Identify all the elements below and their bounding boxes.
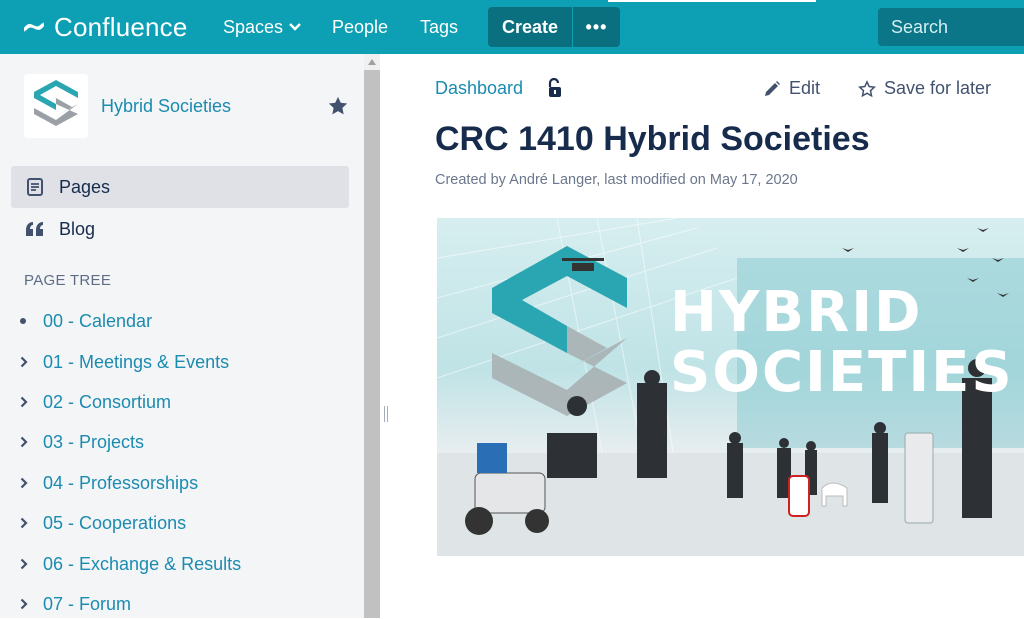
chevron-right-icon[interactable] bbox=[20, 436, 43, 448]
tree-item-label: 06 - Exchange & Results bbox=[43, 553, 242, 574]
chevron-right-icon[interactable] bbox=[20, 477, 43, 489]
tree-item-label: 00 - Calendar bbox=[43, 310, 153, 331]
bullet-icon bbox=[20, 318, 43, 324]
tree-item[interactable]: 05 - Cooperations bbox=[20, 508, 186, 538]
nav-spaces-label: Spaces bbox=[223, 16, 284, 37]
sidebar: Hybrid Societies Pages Blog PAGE TREE 00… bbox=[0, 54, 364, 618]
breadcrumb[interactable]: Dashboard bbox=[435, 78, 523, 99]
page-byline: Created by André Langer, last modified o… bbox=[435, 172, 798, 188]
page-tree-heading: PAGE TREE bbox=[24, 272, 112, 289]
save-for-later-button[interactable]: Save for later bbox=[858, 78, 991, 99]
tree-item-label: 05 - Cooperations bbox=[43, 512, 187, 533]
loading-bar bbox=[608, 0, 816, 2]
search-placeholder: Search bbox=[891, 16, 949, 37]
tree-item[interactable]: 04 - Professorships bbox=[20, 468, 198, 498]
chevron-right-icon[interactable] bbox=[20, 598, 43, 610]
tree-item[interactable]: 02 - Consortium bbox=[20, 387, 171, 417]
chevron-right-icon[interactable] bbox=[20, 558, 43, 570]
tree-item[interactable]: 03 - Projects bbox=[20, 427, 144, 457]
space-logo[interactable] bbox=[24, 74, 88, 138]
nav-people[interactable]: People bbox=[332, 0, 388, 54]
tree-item[interactable]: 01 - Meetings & Events bbox=[20, 347, 229, 377]
sidebar-resize-handle[interactable] bbox=[384, 406, 390, 422]
banner-image: HYBRID SOCIETIES bbox=[437, 218, 1024, 556]
tree-item-label: 01 - Meetings & Events bbox=[43, 351, 230, 372]
tree-item-label: 02 - Consortium bbox=[43, 391, 172, 412]
tree-item-label: 04 - Professorships bbox=[43, 472, 199, 493]
confluence-logo[interactable]: Confluence bbox=[22, 10, 188, 44]
chevron-right-icon[interactable] bbox=[20, 356, 43, 368]
tree-item-label: 07 - Forum bbox=[43, 593, 132, 614]
star-outline-icon bbox=[858, 79, 876, 97]
quote-icon bbox=[25, 219, 45, 239]
sidebar-item-pages[interactable]: Pages bbox=[11, 166, 349, 208]
more-options-button[interactable]: ••• bbox=[573, 7, 620, 47]
save-label: Save for later bbox=[884, 78, 992, 98]
create-button[interactable]: Create bbox=[488, 7, 572, 47]
chevron-right-icon[interactable] bbox=[20, 517, 43, 529]
banner-title-line1: HYBRID bbox=[670, 280, 923, 345]
pencil-icon bbox=[765, 80, 780, 96]
top-navigation-bar: Confluence Spaces People Tags Create •••… bbox=[0, 0, 1024, 54]
sidebar-item-label: Pages bbox=[59, 176, 111, 197]
search-input[interactable]: Search bbox=[878, 8, 1024, 46]
chevron-right-icon[interactable] bbox=[20, 396, 43, 408]
sidebar-scrollbar[interactable] bbox=[364, 54, 380, 618]
unlock-icon[interactable] bbox=[546, 78, 564, 98]
page-title: CRC 1410 Hybrid Societies bbox=[435, 120, 870, 158]
sidebar-item-blog[interactable]: Blog bbox=[11, 208, 349, 250]
star-icon[interactable] bbox=[327, 95, 349, 117]
nav-tags-label: Tags bbox=[420, 16, 459, 37]
confluence-logo-icon bbox=[24, 22, 44, 32]
page-icon bbox=[25, 177, 45, 197]
nav-tags[interactable]: Tags bbox=[420, 0, 458, 54]
scroll-up-arrow-icon[interactable] bbox=[364, 54, 380, 70]
space-name[interactable]: Hybrid Societies bbox=[101, 96, 231, 117]
nav-people-label: People bbox=[332, 16, 389, 37]
tree-item-label: 03 - Projects bbox=[43, 431, 145, 452]
edit-button[interactable]: Edit bbox=[763, 78, 820, 99]
edit-label: Edit bbox=[789, 78, 821, 98]
tree-item[interactable]: 00 - Calendar bbox=[20, 306, 152, 336]
chevron-down-icon bbox=[289, 23, 301, 31]
sidebar-item-label: Blog bbox=[59, 218, 96, 239]
space-logo-image bbox=[34, 80, 78, 126]
tree-item[interactable]: 06 - Exchange & Results bbox=[20, 549, 241, 579]
banner-title-line2: SOCIETIES bbox=[670, 340, 1014, 405]
tree-item[interactable]: 07 - Forum bbox=[20, 589, 131, 619]
app-name: Confluence bbox=[54, 11, 188, 42]
nav-spaces[interactable]: Spaces bbox=[223, 0, 301, 54]
